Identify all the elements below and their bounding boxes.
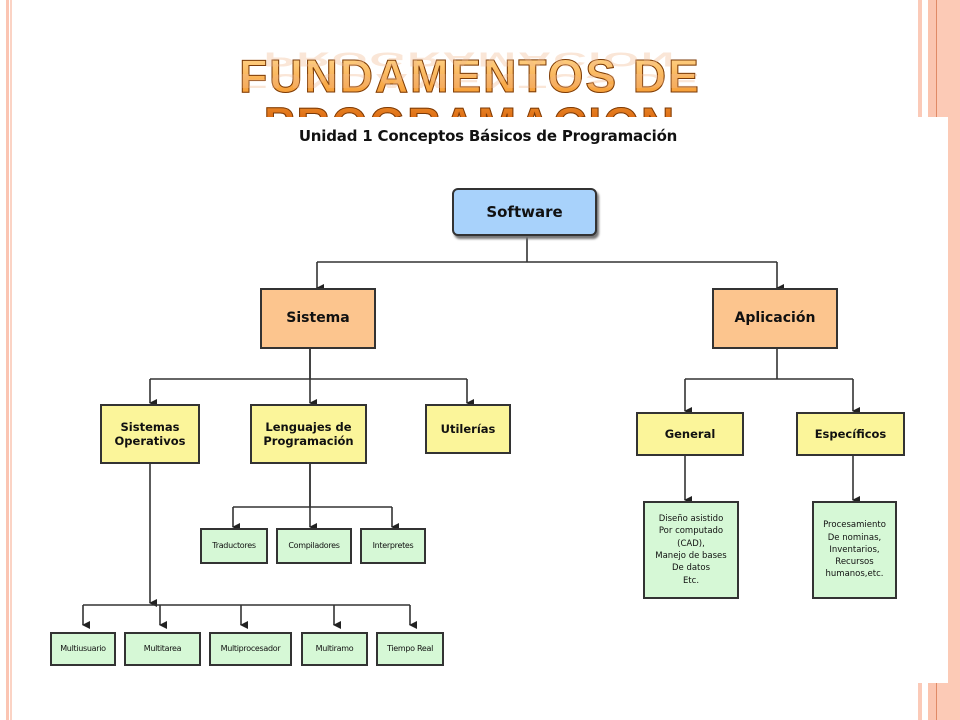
concept-diagram: Unidad 1 Conceptos Básicos de Programaci…: [20, 117, 948, 683]
left-decor-stripe: [6, 0, 9, 720]
node-general: General: [636, 412, 744, 456]
node-sistemas-operativos: Sistemas Operativos: [100, 404, 200, 464]
node-multiramo: Multiramo: [301, 632, 368, 666]
node-multitarea: Multitarea: [124, 632, 201, 666]
node-traductores: Traductores: [200, 528, 268, 564]
connector-sistema-split: [150, 349, 467, 380]
left-decor-stripe: [10, 0, 12, 720]
node-aplicacion: Aplicación: [712, 288, 838, 349]
connector-software-split: [317, 236, 777, 263]
node-sistema: Sistema: [260, 288, 376, 349]
node-multiprocesador: Multiprocesador: [209, 632, 292, 666]
node-multiusuario: Multiusuario: [50, 632, 116, 666]
node-utilerias: Utilerías: [425, 404, 511, 454]
node-interpretes: Interpretes: [360, 528, 426, 564]
node-general-description: Diseño asistido Por computado (CAD), Man…: [643, 501, 739, 599]
node-software: Software: [452, 188, 597, 236]
node-compiladores: Compiladores: [276, 528, 352, 564]
node-lenguajes-programacion: Lenguajes de Programación: [250, 404, 367, 464]
connector-aplicacion-split: [685, 349, 853, 380]
node-tiempo-real: Tiempo Real: [376, 632, 444, 666]
connector-lenguajes-split: [233, 464, 392, 508]
node-especificos: Específicos: [796, 412, 905, 456]
node-especificos-description: Procesamiento De nominas, Inventarios, R…: [812, 501, 897, 599]
slide-title-container: FUNDAMENTOS DE PROGRAMACION FUNDAMENTOS …: [40, 48, 900, 149]
